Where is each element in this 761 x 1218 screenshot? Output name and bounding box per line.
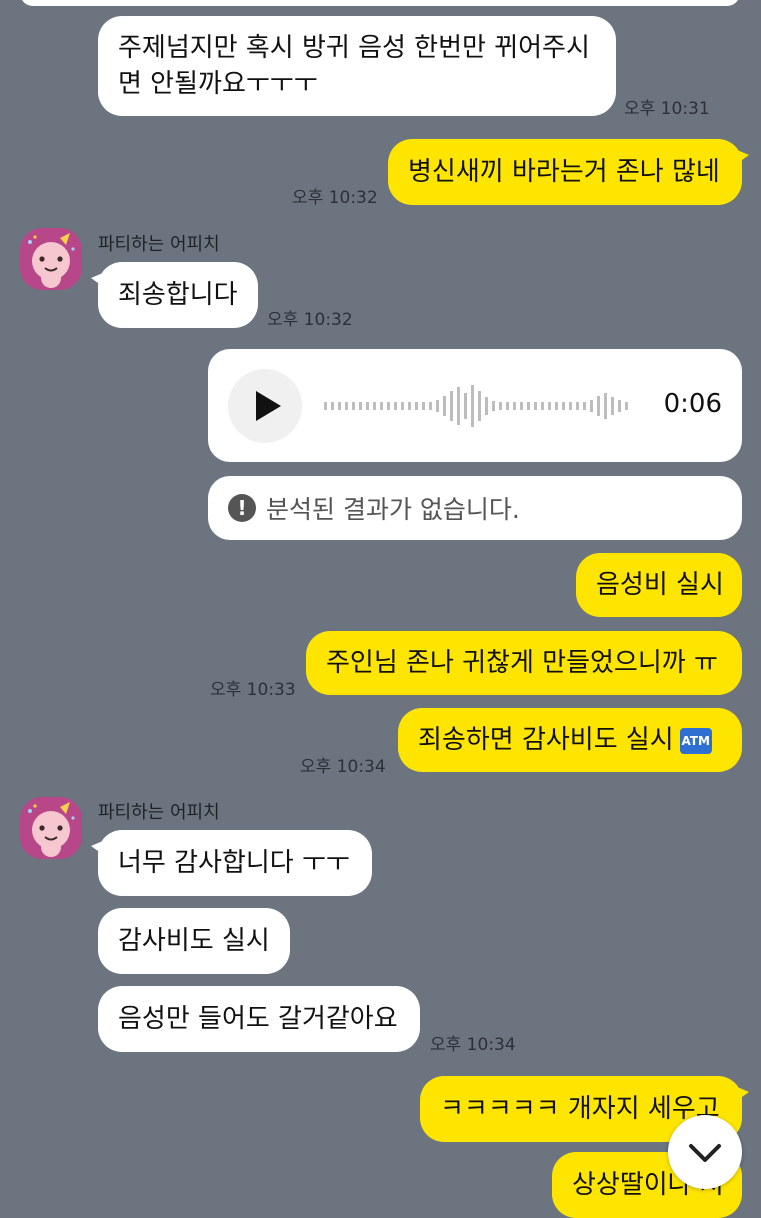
timestamp-2: 오후 10:32 (292, 188, 378, 208)
sender-name-2: 파티하는 어피치 (98, 802, 220, 823)
atm-emoji-icon: ATM (679, 727, 712, 754)
chevron-down-icon (689, 1144, 721, 1162)
apeach-avatar-2[interactable] (20, 797, 82, 859)
message-bubble-2[interactable]: 병신새끼 바라는거 존나 많네 (388, 139, 749, 205)
play-button[interactable] (228, 369, 302, 443)
timestamp-6: 오후 10:33 (210, 680, 296, 700)
message-text-7: 죄송하면 감사비도 실시 (418, 725, 674, 755)
voice-duration: 0:06 (663, 389, 722, 419)
partial-bubble-top (20, 0, 740, 6)
waveform-graphic (324, 385, 628, 427)
apeach-avatar-icon (28, 233, 75, 288)
message-bubble-8[interactable]: 너무 감사합니다 ㅜㅜ (91, 830, 372, 896)
play-icon (256, 391, 281, 421)
apeach-avatar[interactable] (20, 228, 82, 290)
timestamp-1: 오후 10:31 (624, 99, 710, 119)
voice-analysis-card[interactable]: ! 분석된 결과가 없습니다. (208, 476, 742, 540)
scroll-to-bottom-button[interactable] (668, 1115, 742, 1189)
message-bubble-10[interactable]: 음성만 들어도 갈거같아요 (98, 986, 420, 1052)
message-bubble-9[interactable]: 감사비도 실시 (98, 908, 290, 974)
timestamp-3: 오후 10:32 (267, 310, 353, 330)
message-bubble-5[interactable]: 음성비 실시 (576, 553, 742, 617)
sender-name-1: 파티하는 어피치 (98, 234, 220, 255)
message-bubble-7[interactable]: 죄송하면 감사비도 실시 ATM (398, 708, 742, 772)
message-bubble-1[interactable]: 주제넘지만 혹시 방귀 음성 한번만 뀌어주시면 안될까요ㅜㅜㅜ (98, 16, 616, 116)
apeach-avatar-icon (28, 802, 75, 857)
message-bubble-6[interactable]: 주인님 존나 귀찮게 만들었으니까 ㅠ (306, 631, 742, 695)
voice-analysis-text: 분석된 결과가 없습니다. (266, 495, 520, 524)
message-bubble-3[interactable]: 죄송합니다 (91, 262, 258, 328)
timestamp-10: 오후 10:34 (430, 1035, 516, 1055)
voice-message-card[interactable]: 0:06 (208, 349, 742, 462)
timestamp-7: 오후 10:34 (300, 757, 386, 777)
alert-circle-icon: ! (228, 494, 256, 522)
